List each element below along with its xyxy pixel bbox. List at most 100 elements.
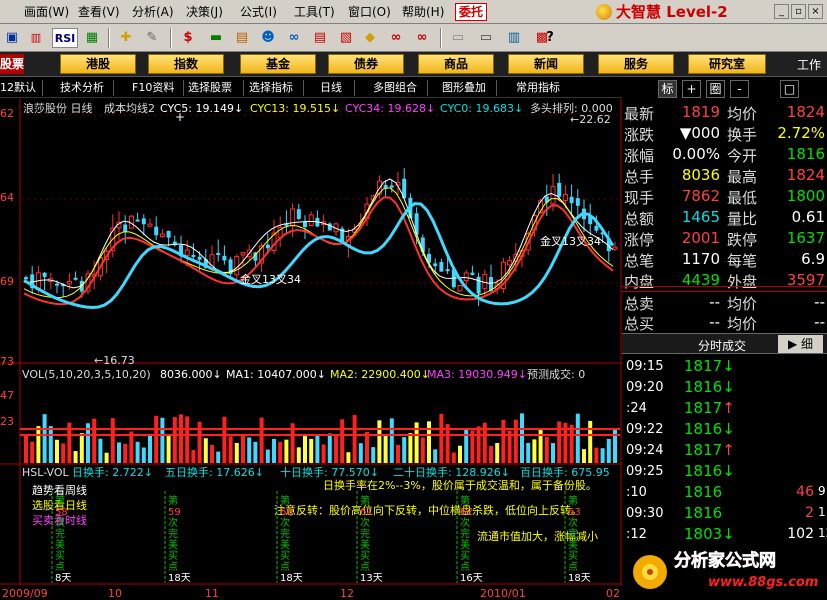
nav-research-button[interactable]: 研究室 xyxy=(688,54,766,74)
menu-tools[interactable]: 工具(T) xyxy=(294,4,335,20)
kline-chart-area[interactable]: 浪莎股份 日线 成本均线2 CYC5: 19.149↓ CYC13: 19.51… xyxy=(0,99,622,600)
nav-stocks-button[interactable]: 股票 xyxy=(0,54,24,74)
y-label-4: 73 xyxy=(0,355,14,368)
report-icon[interactable]: ▤ xyxy=(310,28,330,48)
nav-service-button[interactable]: 服务 xyxy=(598,54,674,74)
volume-value: 8036.000↓ xyxy=(160,368,222,381)
diamond-icon[interactable]: ◆ xyxy=(360,28,380,48)
select-stock-menu[interactable]: 选择股票 xyxy=(188,80,232,96)
nav-work-label[interactable]: 工作 xyxy=(797,56,821,73)
tab-circle[interactable]: 圈 xyxy=(706,80,725,98)
vol-y-label-2: 23 xyxy=(0,415,14,428)
tab-box[interactable]: □ xyxy=(780,80,799,98)
nav-index-button[interactable]: 指数 xyxy=(148,54,224,74)
buy-signal-text: 16天 xyxy=(460,573,483,584)
quote-label: 总笔 xyxy=(624,252,655,270)
sub-separator xyxy=(243,80,244,96)
select-indicator-menu[interactable]: 选择指标 xyxy=(249,80,293,96)
window-icon[interactable]: ▭ xyxy=(476,28,496,48)
nav-news-button[interactable]: 新闻 xyxy=(508,54,584,74)
crosshair-icon[interactable]: ✚ xyxy=(116,28,136,48)
tick-detail-button[interactable]: ▶ 细 xyxy=(778,335,823,353)
quote-divider xyxy=(622,286,827,287)
tick-header: 分时成交 ▶ 细 xyxy=(622,333,827,354)
tab-minus[interactable]: - xyxy=(730,80,749,98)
ruler-icon[interactable]: ✎ xyxy=(142,28,162,48)
x-axis-label-1: 10 xyxy=(108,587,122,600)
print-icon[interactable]: ▭ xyxy=(448,28,468,48)
hsl-title: HSL-VOL xyxy=(22,466,70,479)
quote-row: 涨跌 ▼000 换手 2.72% xyxy=(622,123,827,144)
trade-button[interactable]: 委托 xyxy=(455,3,487,21)
nav-hk-button[interactable]: 港股 xyxy=(60,54,136,74)
menu-decision[interactable]: 决策(J) xyxy=(186,4,223,20)
default-layout-menu[interactable]: 12默认 xyxy=(0,80,36,96)
tech-analysis-menu[interactable]: 技术分析 xyxy=(60,80,104,96)
sub-separator xyxy=(183,80,184,96)
buy-signal-text: 60 xyxy=(280,507,293,518)
buy-signal-text: 美 xyxy=(360,538,370,551)
menu-formula[interactable]: 公式(I) xyxy=(240,4,277,20)
tab-mark[interactable]: 标 xyxy=(658,80,677,98)
tab-add[interactable]: + xyxy=(682,80,701,98)
link-icon[interactable]: ∞ xyxy=(386,28,406,48)
f10-menu[interactable]: F10资料 xyxy=(132,80,174,96)
common-indicator-menu[interactable]: 常用指标 xyxy=(516,80,560,96)
menu-analysis[interactable]: 分析(A) xyxy=(132,4,174,20)
quote-row: 涨停 2001 跌停 1637 xyxy=(622,228,827,249)
quote-label: 总手 xyxy=(624,168,655,186)
menu-screen[interactable]: 画面(W) xyxy=(24,4,69,20)
buy-signal-text: 第 xyxy=(360,494,370,507)
quote-value: 1465 xyxy=(681,208,720,226)
y-label-2: 64 xyxy=(0,191,14,204)
quote-value: -- xyxy=(709,293,720,311)
buy-signal-text: 第 xyxy=(460,494,470,507)
tick-row: 09:22 1816↓ xyxy=(622,419,827,440)
legend-cyc5: CYC5: 19.149↓ xyxy=(160,102,243,115)
main-indicator-name: 成本均线2 xyxy=(104,101,155,115)
overlay-menu[interactable]: 图形叠加 xyxy=(442,80,486,96)
watermark-url: www.88gs.com xyxy=(708,575,818,590)
table-icon[interactable]: ▦ xyxy=(82,28,102,48)
buy-signal-text: 13天 xyxy=(360,573,383,584)
buy-signal-text: 点 xyxy=(168,561,178,573)
dollar-icon[interactable]: $ xyxy=(178,28,198,48)
hsl-comment-turnover: 日换手率在2%--3%，股价属于成交温和，属于备份股。 xyxy=(323,478,597,492)
tick-time: :10 xyxy=(626,485,647,500)
daily-period-menu[interactable]: 日线 xyxy=(320,80,342,96)
quote-value: ▼000 xyxy=(679,124,720,142)
buy-signal-text: 61 xyxy=(360,507,373,518)
menu-window[interactable]: 窗口(O) xyxy=(348,4,391,20)
binoculars-icon[interactable]: ∞ xyxy=(284,28,304,48)
buy-signal-text: 63 xyxy=(568,507,581,518)
kline-icon[interactable]: ▥ xyxy=(26,28,46,48)
money-icon[interactable]: ▬ xyxy=(206,28,226,48)
multi-chart-menu[interactable]: 多图组合 xyxy=(373,80,417,96)
menu-help[interactable]: 帮助(H) xyxy=(402,4,444,20)
buy-signal-text: 美 xyxy=(55,538,65,551)
nav-commodity-button[interactable]: 商品 xyxy=(418,54,494,74)
minimize-button[interactable]: _ xyxy=(774,4,789,19)
volume-forecast: 预测成交: 0 xyxy=(527,367,585,381)
people-icon[interactable]: ☻ xyxy=(258,28,278,48)
rsi-icon[interactable]: RSI xyxy=(52,28,78,48)
stack-icon[interactable]: ▤ xyxy=(232,28,252,48)
menu-view[interactable]: 查看(V) xyxy=(78,4,120,20)
close-button[interactable]: × xyxy=(808,4,823,19)
monitor-icon[interactable]: ▣ xyxy=(2,28,22,48)
x-axis-label-0: 2009/09 xyxy=(2,587,48,600)
nav-fund-button[interactable]: 基金 xyxy=(240,54,316,74)
chain-icon[interactable]: ∞ xyxy=(412,28,432,48)
buy-signal-text: 买 xyxy=(280,550,290,562)
hsl-10day: 十日换手: 77.570↓ xyxy=(280,465,379,479)
buy-signal-text: 次 xyxy=(360,516,370,529)
y-label-top: 62 xyxy=(0,107,14,120)
nav-bond-button[interactable]: 债券 xyxy=(328,54,404,74)
buy-signal-text: 买 xyxy=(168,550,178,562)
sub-separator xyxy=(354,80,355,96)
restore-button[interactable]: ▫ xyxy=(791,4,806,19)
x-axis-label-4: 2010/01 xyxy=(480,587,526,600)
chart-book-icon[interactable]: ▧ xyxy=(336,28,356,48)
help-pointer-icon[interactable]: ? xyxy=(540,28,560,48)
books-icon[interactable]: ▥ xyxy=(504,28,524,48)
